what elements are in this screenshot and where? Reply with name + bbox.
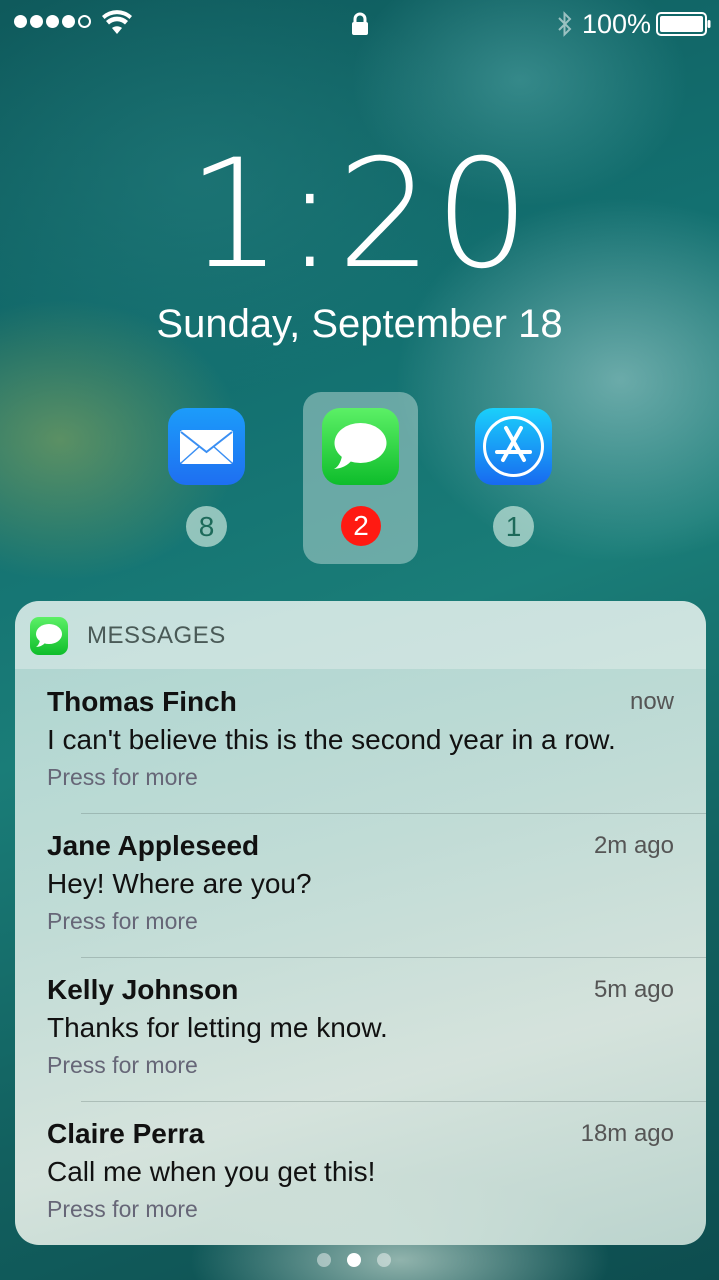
app-app-store[interactable]: 1 — [456, 392, 571, 564]
battery-percentage: 100% — [582, 9, 652, 39]
page-dot-active[interactable] — [347, 1253, 361, 1267]
lock-screen: 100% 1:20 Sunday, September 18 8 2 1 MES… — [0, 0, 719, 1280]
messages-icon — [30, 617, 68, 655]
message-sender: Kelly Johnson — [47, 974, 239, 1005]
signal-dot — [46, 15, 59, 28]
app-store-badge: 1 — [493, 506, 534, 547]
notification-header: MESSAGES — [15, 601, 706, 669]
press-for-more-hint: Press for more — [47, 1052, 198, 1078]
press-for-more-hint: Press for more — [47, 764, 198, 790]
notification-app-title: MESSAGES — [87, 622, 226, 649]
messages-badge: 2 — [341, 506, 381, 546]
message-item[interactable]: Claire Perra 18m ago Call me when you ge… — [15, 1101, 706, 1245]
message-time: now — [629, 688, 674, 715]
page-dot[interactable] — [377, 1253, 391, 1267]
message-time: 5m ago — [593, 976, 674, 1003]
signal-dot — [78, 15, 91, 28]
signal-strength-icon — [14, 15, 91, 28]
lock-icon — [352, 12, 368, 35]
message-text: I can't believe this is the second year … — [47, 724, 616, 755]
page-indicator[interactable] — [317, 1253, 391, 1267]
message-item[interactable]: Kelly Johnson 5m ago Thanks for letting … — [15, 957, 706, 1101]
status-bar: 100% — [0, 0, 719, 48]
mail-badge: 8 — [186, 506, 227, 547]
wifi-icon — [102, 10, 132, 34]
page-dot[interactable] — [317, 1253, 331, 1267]
message-sender: Thomas Finch — [47, 686, 237, 717]
message-item[interactable]: Thomas Finch now I can't believe this is… — [15, 669, 706, 813]
press-for-more-hint: Press for more — [47, 908, 198, 934]
message-time: 18m ago — [580, 1120, 674, 1147]
message-text: Hey! Where are you? — [47, 868, 312, 899]
bluetooth-icon — [558, 11, 572, 37]
app-mail[interactable]: 8 — [149, 392, 264, 564]
message-text: Thanks for letting me know. — [47, 1012, 388, 1043]
battery-icon — [656, 12, 711, 36]
lock-screen-date: Sunday, September 18 — [156, 302, 563, 346]
mail-icon[interactable] — [168, 408, 245, 485]
lock-screen-time: 1:20 — [187, 128, 532, 302]
app-messages[interactable]: 2 — [303, 392, 418, 564]
messages-icon[interactable] — [322, 408, 399, 485]
message-text: Call me when you get this! — [47, 1156, 376, 1187]
signal-dot — [62, 15, 75, 28]
message-time: 2m ago — [593, 832, 674, 859]
messages-notification[interactable]: MESSAGES Thomas Finch now I can't believ… — [15, 601, 706, 1245]
app-store-icon[interactable] — [475, 408, 552, 485]
signal-dot — [30, 15, 43, 28]
press-for-more-hint: Press for more — [47, 1196, 198, 1222]
signal-dot — [14, 15, 27, 28]
message-sender: Jane Appleseed — [47, 830, 260, 861]
message-sender: Claire Perra — [47, 1118, 205, 1149]
message-item[interactable]: Jane Appleseed 2m ago Hey! Where are you… — [15, 813, 706, 957]
